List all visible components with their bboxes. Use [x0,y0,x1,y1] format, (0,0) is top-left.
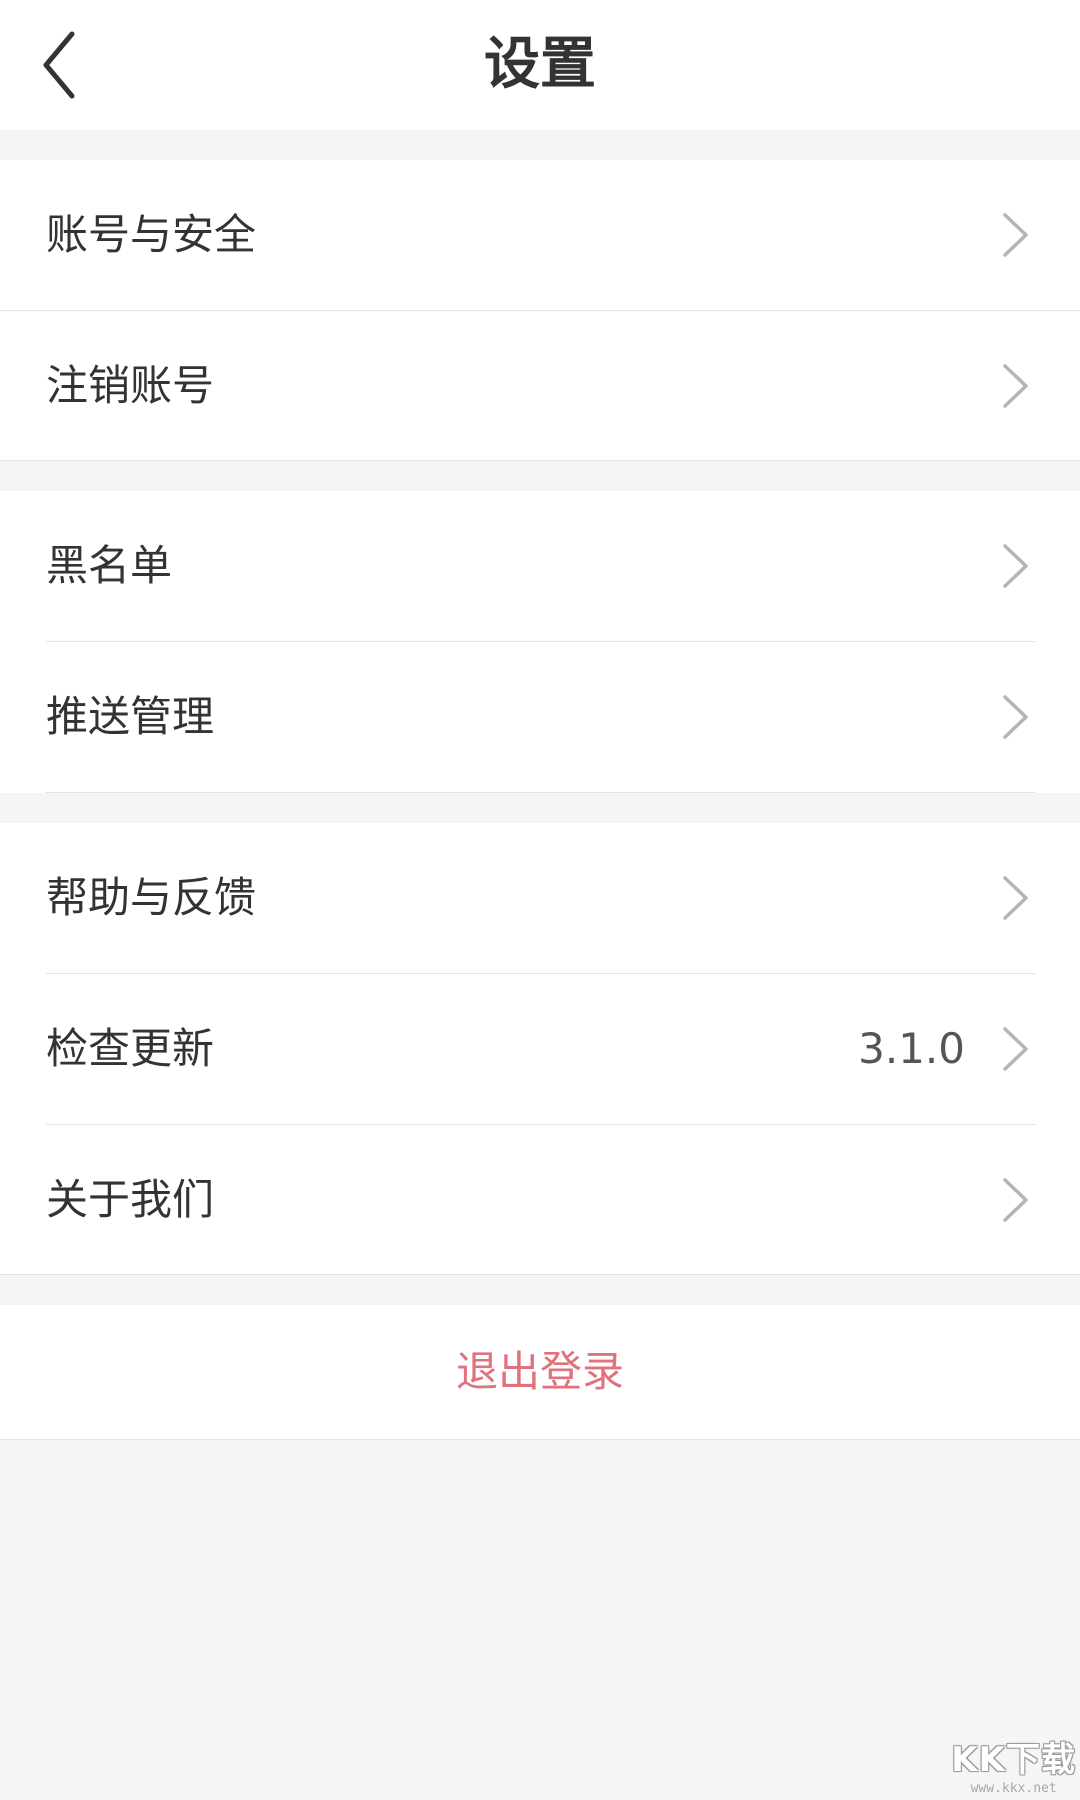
settings-item-label: 注销账号 [46,361,215,410]
logout-label: 退出登录 [455,1347,624,1396]
page-title: 设置 [484,32,596,97]
divider [0,1274,1080,1275]
chevron-right-icon [1003,1027,1028,1071]
settings-item-label: 帮助与反馈 [46,873,257,922]
watermark-logo: KK下载 www.kkx.net [951,1732,1076,1796]
logout-button[interactable]: 退出登录 [0,1305,1080,1440]
chevron-right-icon [1003,876,1028,920]
watermark-brand: KK下载 [951,1740,1076,1780]
settings-item-delete-account[interactable]: 注销账号 [0,311,1080,461]
settings-group-about: 帮助与反馈 检查更新 3.1.0 关于我们 [0,823,1080,1275]
settings-item-about-us[interactable]: 关于我们 [0,1125,1080,1275]
chevron-right-icon [1003,213,1028,257]
watermark-url: www.kkx.net [970,1781,1057,1796]
settings-item-blacklist[interactable]: 黑名单 [0,491,1080,641]
settings-item-check-update[interactable]: 检查更新 3.1.0 [0,974,1080,1124]
settings-item-label: 推送管理 [46,692,215,741]
version-number: 3.1.0 [858,1024,965,1073]
settings-item-label: 检查更新 [46,1024,215,1073]
settings-group-privacy: 黑名单 推送管理 [0,491,1080,793]
settings-item-push-management[interactable]: 推送管理 [0,642,1080,792]
divider [46,792,1036,793]
settings-item-label: 黑名单 [46,541,173,590]
chevron-right-icon [1003,364,1028,408]
settings-item-account-security[interactable]: 账号与安全 [0,160,1080,310]
settings-group-account: 账号与安全 注销账号 [0,160,1080,461]
settings-item-label: 账号与安全 [46,210,257,259]
chevron-right-icon [1003,695,1028,739]
divider [0,460,1080,461]
settings-item-help-feedback[interactable]: 帮助与反馈 [0,823,1080,973]
chevron-right-icon [1003,1178,1028,1222]
top-bar: 设置 [0,0,1080,130]
settings-item-label: 关于我们 [46,1175,215,1224]
chevron-right-icon [1003,544,1028,588]
